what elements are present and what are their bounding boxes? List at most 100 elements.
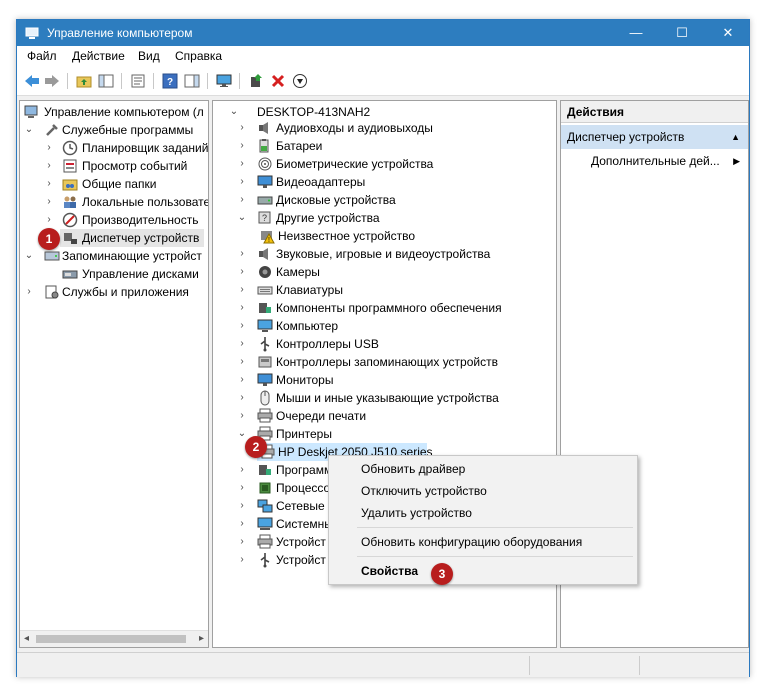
scroll-right-icon[interactable]: ▸ xyxy=(199,633,204,644)
chevron-right-icon[interactable]: › xyxy=(237,533,247,551)
close-button[interactable]: ✕ xyxy=(705,20,751,46)
device-category[interactable]: › Контроллеры запоминающих устройств xyxy=(239,353,539,371)
menu-item-scan-hardware[interactable]: Обновить конфигурацию оборудования xyxy=(329,531,637,553)
tree-label: Общие папки xyxy=(82,177,157,191)
download-icon[interactable] xyxy=(291,72,309,90)
chevron-right-icon[interactable]: › xyxy=(237,479,247,497)
menu-item-properties[interactable]: Свойства xyxy=(329,560,637,582)
chevron-right-icon[interactable]: › xyxy=(237,245,247,263)
horizontal-scrollbar[interactable]: ◂ ▸ xyxy=(20,630,208,647)
show-tree-icon[interactable] xyxy=(97,72,115,90)
chevron-right-icon[interactable]: › xyxy=(237,317,247,335)
chevron-right-icon[interactable]: › xyxy=(44,139,54,157)
device-category[interactable]: ⌄ Принтеры xyxy=(237,425,539,443)
chevron-right-icon[interactable]: › xyxy=(237,263,247,281)
tree-item-performance[interactable]: › Производительность xyxy=(24,211,208,229)
chevron-right-icon[interactable]: › xyxy=(24,283,34,301)
chevron-right-icon[interactable]: › xyxy=(237,515,247,533)
tree-label: Управление дисками xyxy=(82,267,199,281)
chevron-right-icon[interactable]: › xyxy=(237,353,247,371)
chevron-right-icon[interactable]: › xyxy=(237,173,247,191)
device-category[interactable]: › Видеоадаптеры xyxy=(239,173,539,191)
chevron-down-icon[interactable]: ⌄ xyxy=(24,247,34,265)
chevron-down-icon[interactable]: ⌄ xyxy=(237,209,247,227)
back-icon[interactable] xyxy=(23,72,41,90)
device-category[interactable]: › Клавиатуры xyxy=(239,281,539,299)
device-category[interactable]: › Аудиовходы и аудиовыходы xyxy=(239,119,539,137)
title-bar[interactable]: Управление компьютером — ☐ ✕ xyxy=(17,20,749,46)
chevron-right-icon[interactable]: › xyxy=(44,175,54,193)
tree-item-event-viewer[interactable]: › Просмотр событий xyxy=(24,157,208,175)
chevron-right-icon[interactable]: › xyxy=(237,407,247,425)
maximize-button[interactable]: ☐ xyxy=(659,20,705,46)
show-action-pane-icon[interactable] xyxy=(183,72,201,90)
tree-root[interactable]: Управление компьютером (л xyxy=(24,103,208,121)
window-title: Управление компьютером xyxy=(47,26,193,40)
chevron-right-icon[interactable]: › xyxy=(237,497,247,515)
chevron-right-icon[interactable]: › xyxy=(237,155,247,173)
services-icon xyxy=(45,285,59,299)
chevron-right-icon[interactable]: › xyxy=(237,461,247,479)
device-category[interactable]: › Компоненты программного обеспечения xyxy=(239,299,539,317)
chevron-down-icon[interactable]: ⌄ xyxy=(24,121,34,139)
tree-item-local-users[interactable]: › Локальные пользовате xyxy=(24,193,208,211)
actions-section-device-manager[interactable]: Диспетчер устройств ▲ xyxy=(561,125,748,149)
device-category[interactable]: › Мониторы xyxy=(239,371,539,389)
chevron-right-icon[interactable]: › xyxy=(237,371,247,389)
device-category[interactable]: › Звуковые, игровые и видеоустройства xyxy=(239,245,539,263)
device-category[interactable]: › Биометрические устройства xyxy=(239,155,539,173)
chevron-right-icon[interactable]: › xyxy=(237,299,247,317)
tree-item-device-manager[interactable]: Диспетчер устройств xyxy=(60,229,204,247)
device-category[interactable]: › Камеры xyxy=(239,263,539,281)
tree-item-task-scheduler[interactable]: › Планировщик заданий xyxy=(24,139,208,157)
device-category[interactable]: › Контроллеры USB xyxy=(239,335,539,353)
display-icon xyxy=(257,175,273,188)
menu-item-update-driver[interactable]: Обновить драйвер xyxy=(329,458,637,480)
chevron-right-icon[interactable]: › xyxy=(237,137,247,155)
system-icon xyxy=(257,517,273,530)
tools-icon xyxy=(46,124,58,136)
device-category[interactable]: › Очереди печати xyxy=(239,407,539,425)
chevron-down-icon[interactable]: ⌄ xyxy=(237,425,247,443)
device-category[interactable]: › Батареи xyxy=(239,137,539,155)
scroll-left-icon[interactable]: ◂ xyxy=(24,633,29,644)
actions-more[interactable]: Дополнительные дей... ▶ xyxy=(561,151,748,171)
chevron-right-icon[interactable]: › xyxy=(44,211,54,229)
device-category[interactable]: › Дисковые устройства xyxy=(239,191,539,209)
chevron-right-icon[interactable]: › xyxy=(237,191,247,209)
device-category[interactable]: ⌄? Другие устройства xyxy=(237,209,539,227)
device-category[interactable]: › Мыши и иные указывающие устройства xyxy=(239,389,539,407)
menu-help[interactable]: Справка xyxy=(175,49,222,63)
tree-item-services-apps[interactable]: › Службы и приложения xyxy=(24,283,208,301)
menu-item-uninstall-device[interactable]: Удалить устройство xyxy=(329,502,637,524)
device-category[interactable]: › Компьютер xyxy=(239,317,539,335)
collapse-icon[interactable]: ▲ xyxy=(731,125,740,149)
menu-action[interactable]: Действие xyxy=(72,49,125,63)
uninstall-icon[interactable] xyxy=(269,72,287,90)
chevron-right-icon[interactable]: › xyxy=(237,281,247,299)
menu-file[interactable]: Файл xyxy=(27,49,57,63)
tree-item-disk-management[interactable]: Управление дисками xyxy=(24,265,208,283)
battery-icon xyxy=(259,139,269,153)
chevron-right-icon[interactable]: › xyxy=(237,389,247,407)
tree-item-shared-folders[interactable]: › Общие папки xyxy=(24,175,208,193)
users-icon xyxy=(64,196,76,208)
up-folder-icon[interactable] xyxy=(75,72,93,90)
forward-icon[interactable] xyxy=(43,72,61,90)
monitor-icon[interactable] xyxy=(215,72,233,90)
device-item[interactable]: ! Неизвестное устройство xyxy=(257,227,557,245)
chevron-right-icon[interactable]: › xyxy=(44,157,54,175)
other-icon: ? xyxy=(258,211,271,224)
menu-view[interactable]: Вид xyxy=(138,49,160,63)
chevron-right-icon[interactable]: › xyxy=(44,193,54,211)
minimize-button[interactable]: — xyxy=(613,20,659,46)
scroll-thumb[interactable] xyxy=(36,635,186,643)
chevron-right-icon[interactable]: › xyxy=(237,551,247,569)
help-icon[interactable]: ? xyxy=(161,72,179,90)
properties-icon[interactable] xyxy=(129,72,147,90)
chevron-right-icon[interactable]: › xyxy=(237,335,247,353)
update-driver-icon[interactable] xyxy=(247,72,265,90)
menu-item-disable-device[interactable]: Отключить устройство xyxy=(329,480,637,502)
tree-item-system-tools[interactable]: ⌄ Служебные программы xyxy=(24,121,208,139)
chevron-right-icon[interactable]: › xyxy=(237,119,247,137)
